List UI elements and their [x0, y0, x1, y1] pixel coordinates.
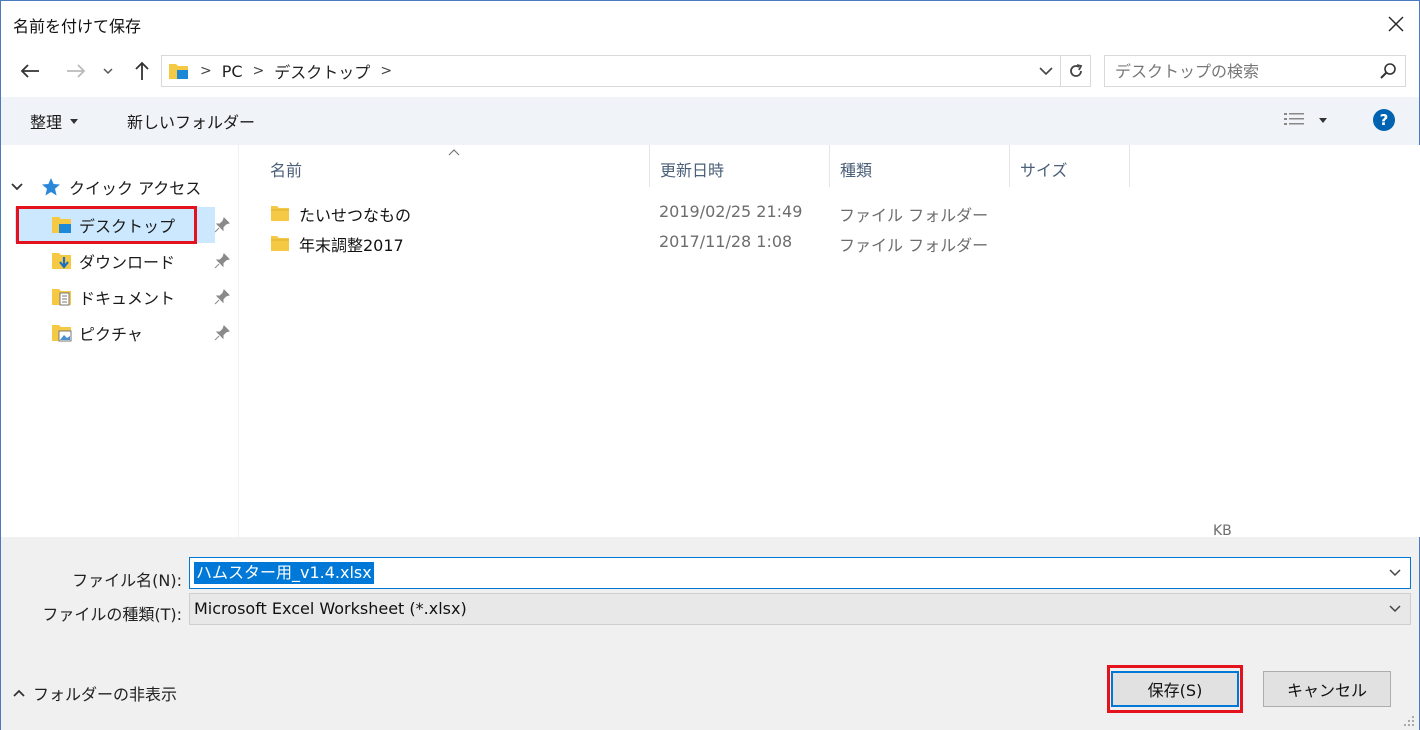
- breadcrumb-pc[interactable]: PC: [222, 62, 243, 81]
- command-toolbar: 整理 新しいフォルダー: [1, 97, 1419, 145]
- file-name: たいせつなもの: [299, 206, 412, 225]
- file-name: 年末調整2017: [299, 236, 404, 255]
- chevron-down-icon[interactable]: [11, 183, 23, 191]
- back-arrow-icon: [20, 64, 39, 78]
- change-view-button[interactable]: [1283, 107, 1339, 133]
- save-button[interactable]: 保存(S): [1111, 671, 1239, 707]
- cancel-button[interactable]: キャンセル: [1263, 671, 1391, 707]
- chevron-down-icon: [1389, 605, 1401, 613]
- file-date: 2017/11/28 1:08: [659, 232, 793, 251]
- chevron-down-icon: [1389, 569, 1401, 577]
- dialog-title: 名前を付けて保存: [13, 17, 142, 36]
- close-icon: [1388, 16, 1404, 32]
- chevron-down-icon: [103, 68, 113, 75]
- save-options-panel: ファイル名(N): ハムスター用_v1.4.xlsx ファイルの種類(T): M…: [1, 537, 1419, 730]
- column-header-name[interactable]: 名前: [260, 145, 650, 187]
- file-type-select[interactable]: Microsoft Excel Worksheet (*.xlsx): [189, 593, 1411, 625]
- organize-button[interactable]: 整理: [30, 109, 79, 133]
- search-input[interactable]: [1105, 56, 1365, 86]
- dropdown-caret-icon: [70, 118, 79, 124]
- download-folder-icon: [52, 253, 71, 269]
- search-icon[interactable]: [1377, 60, 1399, 82]
- resize-grip-icon[interactable]: [1403, 715, 1415, 727]
- address-dropdown-button[interactable]: [1032, 56, 1060, 86]
- sidebar-item-label: ドキュメント: [79, 289, 176, 308]
- hide-folders-toggle[interactable]: フォルダーの非表示: [13, 681, 177, 705]
- file-name-value[interactable]: ハムスター用_v1.4.xlsx: [194, 562, 374, 584]
- refresh-button[interactable]: [1060, 56, 1090, 86]
- chevron-down-icon: [1039, 66, 1053, 75]
- file-type-dropdown-button[interactable]: [1384, 598, 1406, 620]
- column-header-size[interactable]: サイズ: [1010, 145, 1130, 187]
- sidebar-item-label: ダウンロード: [79, 253, 176, 272]
- forward-arrow-icon: [67, 64, 86, 78]
- document-folder-icon: [52, 289, 71, 306]
- star-icon: [42, 178, 60, 196]
- sidebar-item-documents[interactable]: ドキュメント: [15, 279, 230, 315]
- pin-icon[interactable]: [213, 288, 231, 306]
- sidebar-item-downloads[interactable]: ダウンロード: [15, 243, 230, 279]
- pin-icon[interactable]: [213, 324, 231, 342]
- forward-button[interactable]: [61, 56, 91, 86]
- folder-icon: [271, 236, 289, 251]
- dropdown-caret-icon: [1319, 117, 1327, 123]
- file-date: 2019/02/25 21:49: [659, 202, 803, 221]
- hide-folders-label: フォルダーの非表示: [33, 685, 178, 704]
- search-box[interactable]: [1104, 55, 1406, 87]
- back-button[interactable]: [15, 56, 45, 86]
- picture-folder-icon: [52, 325, 72, 342]
- column-header-type[interactable]: 種類: [830, 145, 1010, 187]
- save-as-dialog: 名前を付けて保存 > PC > デスクトップ > デスクトップの検索 整理 新し…: [0, 0, 1420, 730]
- refresh-icon: [1069, 64, 1082, 77]
- sidebar-item-label: ピクチャ: [79, 325, 143, 344]
- file-type: ファイル フォルダー: [839, 206, 989, 225]
- breadcrumb-separator: >: [380, 63, 393, 79]
- new-folder-button[interactable]: 新しいフォルダー: [127, 109, 255, 133]
- folder-icon: [271, 206, 289, 221]
- recent-locations-button[interactable]: [97, 56, 119, 86]
- sidebar-item-desktop[interactable]: デスクトップ: [15, 207, 230, 243]
- help-button[interactable]: ?: [1373, 109, 1395, 131]
- navigation-pane: クイック アクセス デスクトップ ダウンロード ドキュメント ピクチャ: [1, 145, 239, 537]
- details-view-icon: [1284, 113, 1304, 125]
- address-bar[interactable]: > PC > デスクトップ >: [161, 55, 1091, 87]
- quick-access-label: クイック アクセス: [69, 179, 202, 198]
- organize-label: 整理: [30, 113, 63, 132]
- close-button[interactable]: [1373, 1, 1419, 47]
- breadcrumb-desktop[interactable]: デスクトップ: [274, 59, 370, 83]
- file-row[interactable]: たいせつなもの 2019/02/25 21:49 ファイル フォルダー: [270, 199, 1370, 229]
- file-name-field[interactable]: ハムスター用_v1.4.xlsx: [189, 557, 1411, 589]
- chevron-up-icon: [13, 689, 25, 697]
- pin-icon[interactable]: [213, 252, 231, 270]
- sidebar-item-label: デスクトップ: [79, 217, 176, 236]
- file-name-label: ファイル名(N):: [72, 571, 182, 590]
- breadcrumb-separator: >: [252, 63, 265, 79]
- file-type-label: ファイルの種類(T):: [42, 605, 182, 624]
- file-type-value: Microsoft Excel Worksheet (*.xlsx): [194, 599, 467, 618]
- file-name-dropdown-button[interactable]: [1384, 562, 1406, 584]
- file-list: 名前 更新日時 種類 サイズ たいせつなもの 2019/02/25 21:49 …: [240, 145, 1420, 537]
- quick-access-node[interactable]: クイック アクセス: [11, 175, 201, 199]
- sidebar-item-pictures[interactable]: ピクチャ: [15, 315, 230, 351]
- file-type: ファイル フォルダー: [839, 236, 989, 255]
- pin-icon[interactable]: [213, 216, 231, 234]
- up-arrow-icon: [135, 61, 149, 80]
- breadcrumb-separator: >: [200, 63, 212, 79]
- desktop-folder-icon: [52, 217, 71, 233]
- column-header-date[interactable]: 更新日時: [650, 145, 830, 187]
- title-bar: 名前を付けて保存: [1, 1, 1419, 47]
- pc-folder-icon: [169, 64, 188, 79]
- file-row[interactable]: 年末調整2017 2017/11/28 1:08 ファイル フォルダー: [270, 229, 1370, 259]
- up-button[interactable]: [127, 56, 157, 86]
